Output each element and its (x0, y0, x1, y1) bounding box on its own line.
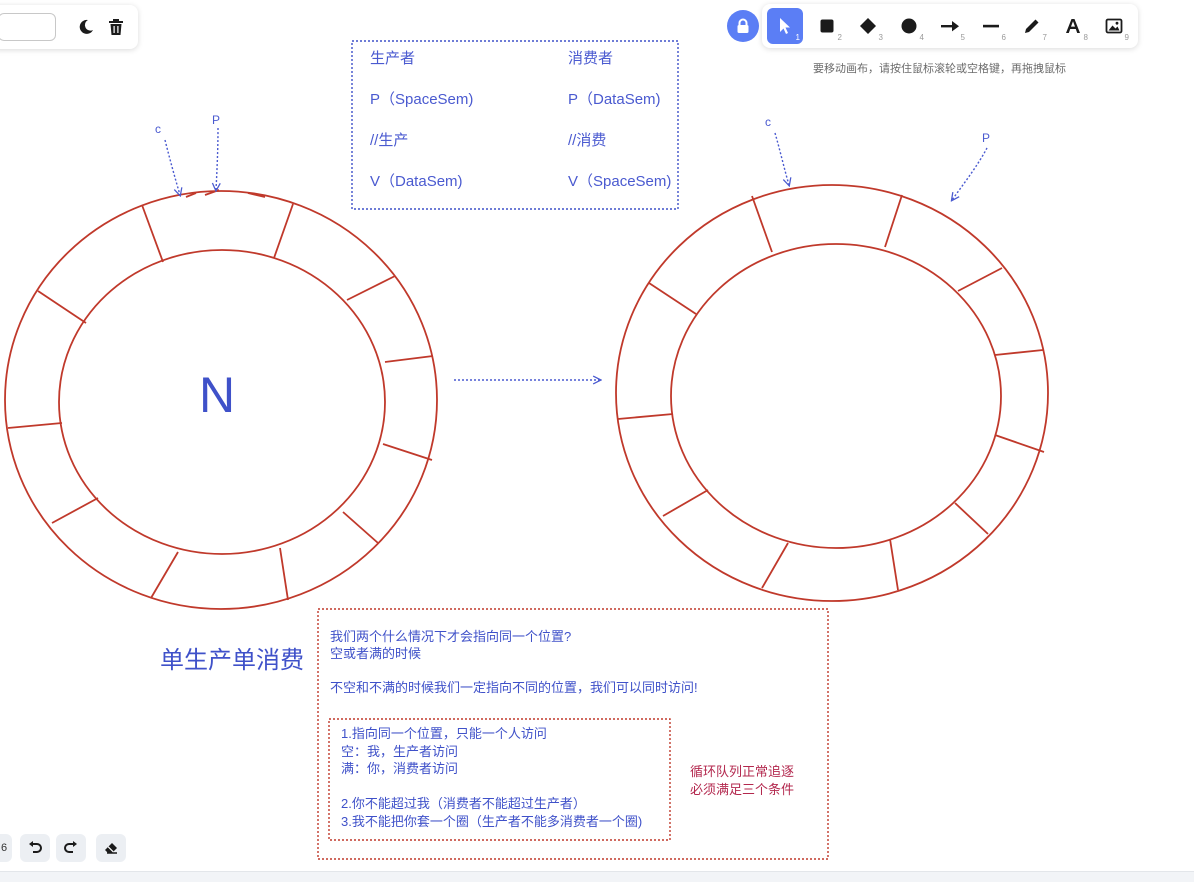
undo-button[interactable] (20, 834, 50, 862)
consumer-header: 消费者 (568, 50, 614, 67)
producer-header: 生产者 (370, 50, 416, 67)
right-producer-pointer-label: P (982, 131, 990, 145)
status-bar (0, 871, 1194, 882)
zoom-value: 6 (0, 842, 8, 854)
rule-line: 1.指向同一个位置，只能一个人访问 (341, 726, 547, 741)
question-line: 不空和不满的时候我们一定指向不同的位置，我们可以同时访问! (330, 680, 698, 695)
producer-line: V（DataSem) (370, 173, 463, 190)
zoom-control[interactable]: 6 (0, 834, 12, 862)
consumer-line: P（DataSem) (568, 91, 661, 108)
redo-icon (64, 841, 77, 853)
redo-button[interactable] (56, 834, 86, 862)
right-ring (615, 184, 1049, 602)
right-producer-pointer-arrow (952, 147, 988, 200)
left-consumer-pointer-label: c (155, 122, 161, 136)
producer-line: //生产 (370, 132, 409, 149)
eraser-button[interactable] (96, 834, 126, 862)
rule-line: 2.你不能超过我（消费者不能超过生产者） (341, 796, 586, 811)
left-producer-pointer-label: P (212, 113, 220, 127)
consumer-line: //消费 (568, 132, 607, 149)
producer-line: P（SpaceSem) (370, 91, 474, 108)
right-consumer-pointer-label: c (765, 115, 771, 129)
question-line: 空或者满的时候 (330, 646, 422, 661)
consumer-line: V（SpaceSem) (568, 173, 672, 190)
side-note-line: 循环队列正常追逐 (690, 764, 795, 779)
rule-line: 3.我不能把你套一个圈（生产者不能多消费者一个圈) (341, 814, 643, 829)
eraser-icon (105, 843, 117, 854)
ring-capacity-label: N (199, 367, 235, 423)
right-consumer-pointer-arrow (774, 132, 789, 185)
undo-icon (29, 841, 42, 853)
left-producer-pointer-arrow (216, 127, 218, 190)
rule-line: 满：你，消费者访问 (341, 761, 459, 776)
diagram-title: 单生产单消费 (160, 647, 304, 674)
left-consumer-pointer-arrow (164, 139, 180, 195)
side-note-line: 必须满足三个条件 (690, 782, 795, 797)
